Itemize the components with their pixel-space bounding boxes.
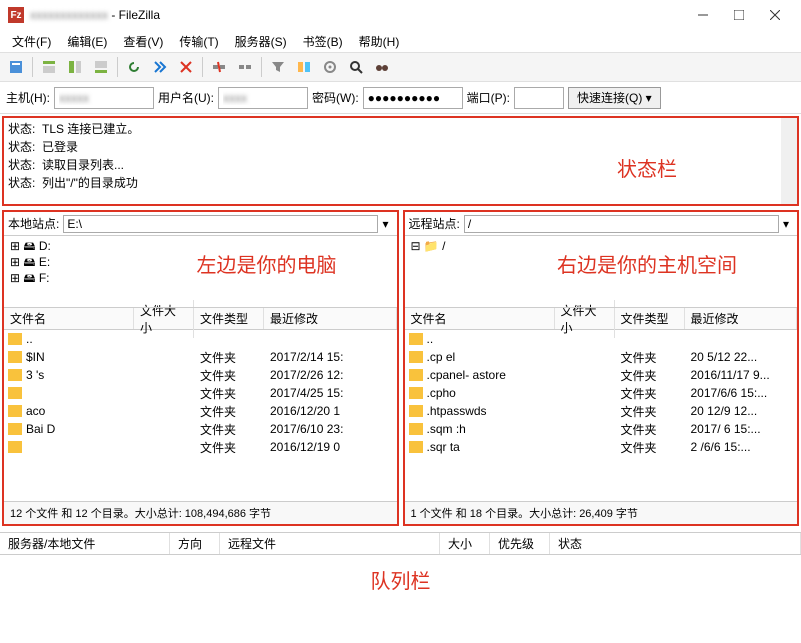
- file-row[interactable]: .htpasswds文件夹20 12/9 12...: [405, 402, 798, 420]
- folder-icon: [409, 333, 423, 345]
- local-list-header: 文件名 文件大小 文件类型 最近修改: [4, 308, 397, 330]
- local-tree[interactable]: ⊞ 🖴 D: ⊞ 🖴 E: ⊞ 🖴 F: 左边是你的电脑: [4, 236, 397, 308]
- menu-edit[interactable]: 编辑(E): [61, 31, 113, 52]
- title-bar: Fz xxxxxxxxxxxxx - FileZilla: [0, 0, 801, 30]
- folder-icon: [8, 441, 22, 453]
- remote-site-label: 远程站点:: [409, 215, 460, 232]
- file-row[interactable]: 文件夹2016/12/19 0: [4, 438, 397, 456]
- toggle-queue-icon[interactable]: [89, 55, 113, 79]
- folder-icon: [409, 423, 423, 435]
- menu-bookmark[interactable]: 书签(B): [297, 31, 349, 52]
- remote-path-input[interactable]: [464, 215, 779, 233]
- local-site-label: 本地站点:: [8, 215, 59, 232]
- file-row[interactable]: Bai D文件夹2017/6/10 23:: [4, 420, 397, 438]
- minimize-button[interactable]: [685, 3, 721, 27]
- file-row[interactable]: $IN文件夹2017/2/14 15:: [4, 348, 397, 366]
- right-overlay-label: 右边是你的主机空间: [557, 258, 737, 274]
- menu-help[interactable]: 帮助(H): [353, 31, 406, 52]
- file-row[interactable]: .sqm :h文件夹2017/ 6 15:...: [405, 420, 798, 438]
- port-label: 端口(P):: [467, 89, 510, 106]
- menu-file[interactable]: 文件(F): [6, 31, 57, 52]
- remote-summary: 1 个文件 和 18 个目录。大小总计: 26,409 字节: [405, 501, 798, 524]
- queue-header: 服务器/本地文件 方向 远程文件 大小 优先级 状态: [0, 533, 801, 555]
- host-input[interactable]: [54, 87, 154, 109]
- sync-browse-icon[interactable]: [318, 55, 342, 79]
- menu-server[interactable]: 服务器(S): [229, 31, 293, 52]
- sitemanager-icon[interactable]: [4, 55, 28, 79]
- status-log: 状态: TLS 连接已建立。 状态: 已登录 状态: 读取目录列表... 状态:…: [2, 116, 799, 206]
- binoculars-icon[interactable]: [370, 55, 394, 79]
- remote-tree[interactable]: ⊟ 📁 / 右边是你的主机空间: [405, 236, 798, 308]
- file-row[interactable]: aco文件夹2016/12/20 1: [4, 402, 397, 420]
- toggle-tree-icon[interactable]: [63, 55, 87, 79]
- search-icon[interactable]: [344, 55, 368, 79]
- file-row[interactable]: ..: [4, 330, 397, 348]
- toolbar: [0, 52, 801, 82]
- process-queue-icon[interactable]: [148, 55, 172, 79]
- remote-list-header: 文件名 文件大小 文件类型 最近修改: [405, 308, 798, 330]
- menu-transfer[interactable]: 传输(T): [173, 31, 224, 52]
- quickconnect-bar: 主机(H): 用户名(U): 密码(W): 端口(P): 快速连接(Q) ▾: [0, 82, 801, 114]
- folder-icon: [409, 441, 423, 453]
- user-input[interactable]: [218, 87, 308, 109]
- folder-icon: [8, 333, 22, 345]
- local-summary: 12 个文件 和 12 个目录。大小总计: 108,494,686 字节: [4, 501, 397, 524]
- file-row[interactable]: .sqr ta文件夹2 /6/6 15:...: [405, 438, 798, 456]
- reconnect-icon[interactable]: [233, 55, 257, 79]
- local-pane: 本地站点: ▾ ⊞ 🖴 D: ⊞ 🖴 E: ⊞ 🖴 F: 左边是你的电脑 文件名 …: [2, 210, 399, 526]
- dropdown-icon[interactable]: ▾: [378, 217, 392, 231]
- local-file-list[interactable]: ..$IN文件夹2017/2/14 15:3 's文件夹2017/2/26 12…: [4, 330, 397, 501]
- port-input[interactable]: [514, 87, 564, 109]
- file-row[interactable]: .cpanel- astore文件夹2016/11/17 9...: [405, 366, 798, 384]
- file-row[interactable]: 文件夹2017/4/25 15:: [4, 384, 397, 402]
- pass-input[interactable]: [363, 87, 463, 109]
- file-row[interactable]: 3 's文件夹2017/2/26 12:: [4, 366, 397, 384]
- file-row[interactable]: .cp el文件夹20 5/12 22...: [405, 348, 798, 366]
- menu-view[interactable]: 查看(V): [117, 31, 169, 52]
- folder-icon: [8, 405, 22, 417]
- pass-label: 密码(W):: [312, 89, 359, 106]
- refresh-icon[interactable]: [122, 55, 146, 79]
- queue-pane: 服务器/本地文件 方向 远程文件 大小 优先级 状态 队列栏: [0, 532, 801, 604]
- folder-icon: [409, 351, 423, 363]
- quickconnect-button[interactable]: 快速连接(Q) ▾: [568, 87, 661, 109]
- compare-icon[interactable]: [292, 55, 316, 79]
- folder-icon: [8, 369, 22, 381]
- menu-bar: 文件(F) 编辑(E) 查看(V) 传输(T) 服务器(S) 书签(B) 帮助(…: [0, 30, 801, 52]
- folder-icon: [409, 369, 423, 381]
- file-row[interactable]: ..: [405, 330, 798, 348]
- scrollbar[interactable]: [781, 118, 797, 204]
- queue-overlay-label: 队列栏: [0, 555, 801, 604]
- folder-icon: [8, 387, 22, 399]
- file-row[interactable]: .cpho文件夹2017/6/6 15:...: [405, 384, 798, 402]
- app-logo: Fz: [8, 7, 24, 23]
- host-label: 主机(H):: [6, 89, 50, 106]
- window-title: xxxxxxxxxxxxx - FileZilla: [30, 8, 685, 22]
- dropdown-icon[interactable]: ▾: [779, 217, 793, 231]
- left-overlay-label: 左边是你的电脑: [197, 258, 337, 274]
- status-overlay-label: 状态栏: [617, 153, 677, 182]
- disconnect-icon[interactable]: [207, 55, 231, 79]
- folder-icon: [409, 387, 423, 399]
- toggle-log-icon[interactable]: [37, 55, 61, 79]
- folder-icon: [8, 423, 22, 435]
- user-label: 用户名(U):: [158, 89, 214, 106]
- close-button[interactable]: [757, 3, 793, 27]
- local-path-input[interactable]: [63, 215, 378, 233]
- cancel-icon[interactable]: [174, 55, 198, 79]
- maximize-button[interactable]: [721, 3, 757, 27]
- remote-file-list[interactable]: ...cp el文件夹20 5/12 22....cpanel- astore文…: [405, 330, 798, 501]
- filter-icon[interactable]: [266, 55, 290, 79]
- folder-icon: [409, 405, 423, 417]
- remote-pane: 远程站点: ▾ ⊟ 📁 / 右边是你的主机空间 文件名 文件大小 文件类型 最近修…: [403, 210, 800, 526]
- folder-icon: [8, 351, 22, 363]
